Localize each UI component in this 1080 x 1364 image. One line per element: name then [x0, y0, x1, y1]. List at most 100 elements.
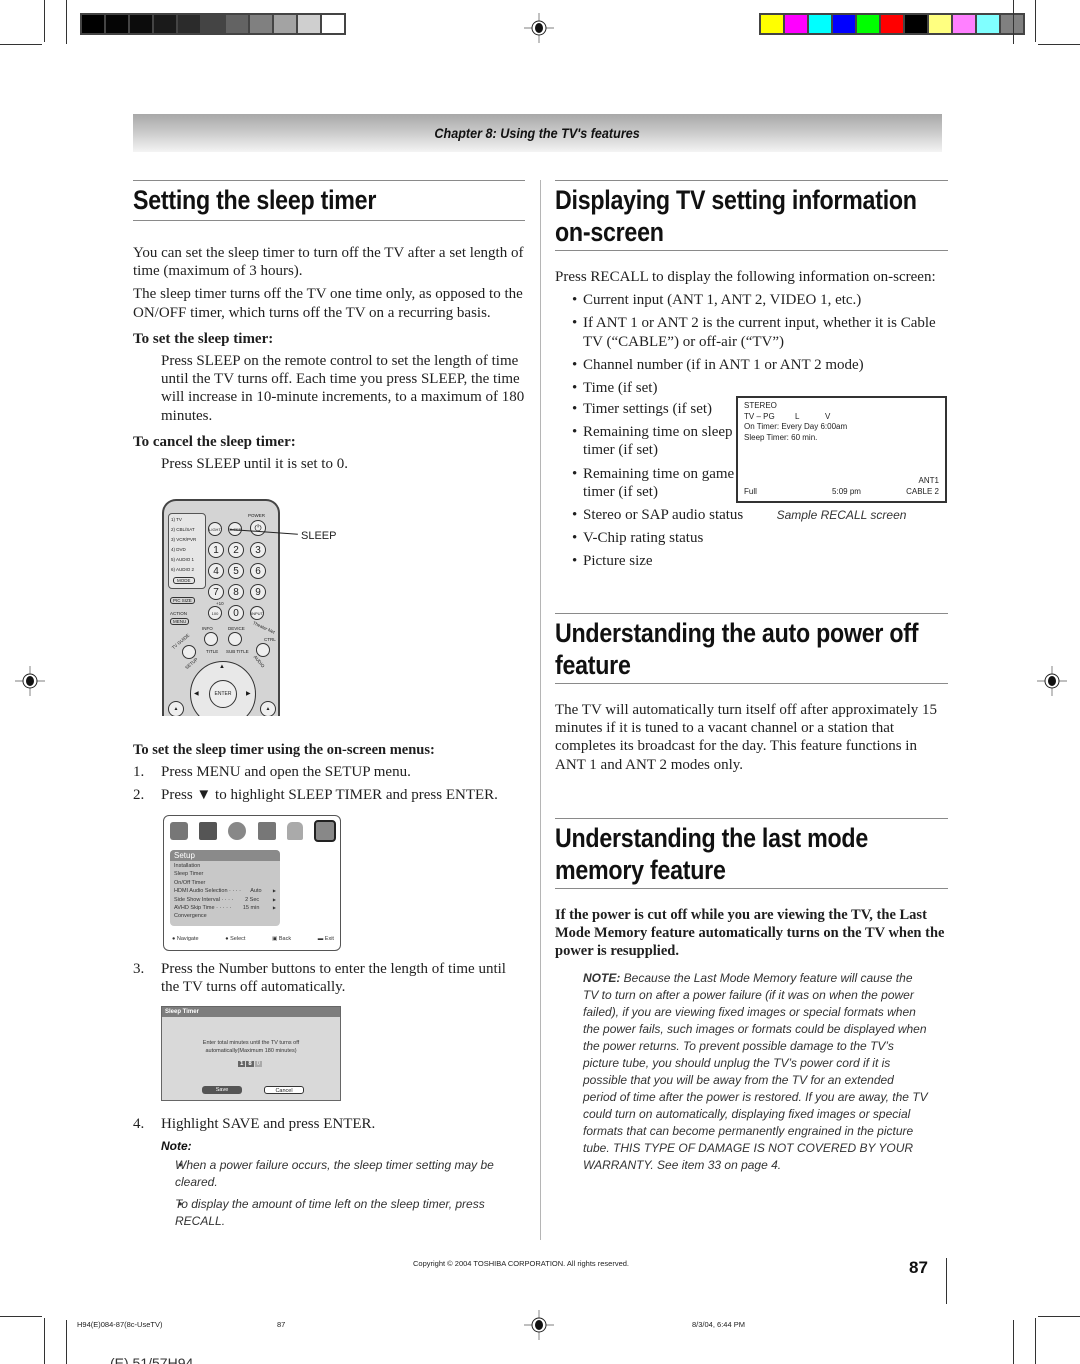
note-item: To display the amount of time left on th…	[161, 1196, 501, 1230]
mode-item: 1) TV	[171, 517, 182, 522]
heading-rule	[555, 250, 948, 251]
lock-menu-icon	[286, 822, 303, 840]
submenu-arrow-icon: ▶	[272, 896, 276, 902]
note-label: NOTE:	[583, 971, 621, 985]
chapter-title: Chapter 8: Using the TV's features	[434, 125, 641, 141]
slug-filename: H94(E)084-87(8c-UseTV)	[77, 1320, 163, 1329]
vchip-rating: TV – PG L V	[744, 411, 831, 421]
section-title-sleep-timer: Setting the sleep timer	[133, 185, 377, 215]
last-mode-note: NOTE: Because the Last Mode Memory featu…	[583, 971, 928, 1172]
bullet-item: Current input (ANT 1, ANT 2, VIDEO 1, et…	[555, 291, 950, 309]
left-arrow-icon: ◀	[194, 691, 199, 697]
mode-item: 6) AUDIO 2	[171, 567, 195, 572]
note-title: Note:	[161, 1139, 192, 1153]
step-4-and-notes: 4. Highlight SAVE and press ENTER.	[133, 1115, 528, 1138]
paragraph: Press SLEEP until it is set to 0.	[161, 456, 348, 473]
gray-swatch	[226, 15, 248, 33]
ctrl-label: CTRL	[264, 637, 276, 642]
setup-menu-item: Installation	[174, 863, 201, 869]
paragraph: Press SLEEP on the remote control to set…	[161, 353, 525, 424]
heading-rule	[555, 180, 948, 181]
gray-swatch	[274, 15, 296, 33]
digit-button: 3	[250, 542, 266, 558]
color-swatch	[905, 15, 927, 33]
grayscale-calibration-bar	[80, 13, 346, 35]
action-label: ACTION	[170, 611, 188, 616]
color-swatch	[1001, 15, 1023, 33]
bullet-item: Timer settings (if set)	[555, 400, 745, 418]
heading-rule	[555, 818, 948, 819]
setup-menu-screenshot: Setup Installation Sleep Timer On/Off Time…	[163, 815, 341, 951]
step-3: 3. Press the Number buttons to enter the …	[133, 960, 528, 1001]
video-menu-icon	[257, 822, 276, 840]
save-button: Save	[202, 1086, 242, 1094]
step-item: 2. Press ▼ to highlight SLEEP TIMER and p…	[133, 787, 498, 804]
dialog-message: Enter total minutes until the TV turns o…	[202, 1040, 300, 1054]
note-item: When a power failure occurs, the sleep t…	[161, 1157, 501, 1191]
setup-menu-item: On/Off Timer	[174, 879, 206, 886]
setup-menu-value: 15 min	[242, 905, 260, 912]
color-swatch	[881, 15, 903, 33]
device-label: DEVICE	[228, 626, 245, 631]
registration-mark-icon	[524, 13, 554, 43]
bullet-item: Remaining time on sleep timer (if set)	[555, 423, 745, 459]
plus10-label: +10	[216, 601, 224, 606]
gray-swatch	[202, 15, 224, 33]
menu-icon-row	[170, 820, 336, 844]
input-button: INPUT	[250, 606, 264, 620]
heading-rule	[133, 180, 525, 181]
heading-rule	[555, 683, 948, 684]
color-swatch	[761, 15, 783, 33]
gray-swatch	[154, 15, 176, 33]
bullet-item: Time (if set)	[555, 379, 950, 397]
auto-power-off-body: The TV will automatically turn itself of…	[555, 702, 937, 773]
paragraph: Press RECALL to display the following in…	[555, 269, 936, 285]
back-hint: ▣ Back	[272, 936, 292, 942]
setup-menu-item: Sleep Timer	[174, 871, 204, 878]
registration-mark-icon	[15, 666, 45, 696]
subheading-onscreen-menus: To set the sleep timer using the on-scre…	[133, 742, 435, 758]
steps-list: 1. Press MENU and open the SETUP menu. 2.…	[133, 763, 528, 804]
sleep-timer-dialog-screenshot: Sleep Timer Enter total minutes until th…	[161, 1006, 341, 1101]
menu-button: MENU	[170, 618, 190, 625]
gray-swatch	[82, 15, 104, 33]
cancel-button: Cancel	[264, 1086, 304, 1094]
color-calibration-bar	[759, 13, 1025, 35]
column-divider	[540, 180, 541, 1240]
registration-mark-icon	[1037, 666, 1067, 696]
title-label: TITLE	[206, 649, 219, 654]
picture-menu-icon	[199, 822, 218, 840]
setup-menu-title: Setup	[170, 850, 280, 861]
mode-item: 5) AUDIO 1	[171, 557, 195, 562]
right-arrow-icon: ▶	[246, 691, 251, 697]
setup-menu-icon	[313, 820, 336, 842]
paragraph: The sleep timer turns off the TV one tim…	[133, 286, 523, 321]
slug-date: 8/3/04, 6:44 PM	[692, 1320, 745, 1329]
exit-hint: ▬ Exit	[317, 936, 334, 942]
enter-button: ENTER	[209, 680, 237, 708]
gray-swatch	[130, 15, 152, 33]
info-button	[204, 632, 218, 646]
heading-rule	[133, 220, 525, 221]
color-swatch	[857, 15, 879, 33]
color-swatch	[833, 15, 855, 33]
color-swatch	[953, 15, 975, 33]
bullet-item: V-Chip rating status	[555, 529, 745, 547]
select-hint: ● Select	[225, 936, 246, 942]
slug-page: 87	[277, 1320, 286, 1329]
pic-size-button: PIC SIZE	[170, 597, 195, 604]
on-timer-status: On Timer: Every Day 6:00am	[744, 422, 848, 431]
bullet-item: Picture size	[555, 552, 745, 570]
sleep-callout-label: SLEEP	[301, 530, 337, 542]
setup-menu-footer: ● Navigate ● Select ▣ Back ▬ Exit	[172, 936, 334, 942]
dialog-title: Sleep Timer	[162, 1007, 340, 1017]
digit-field: 8	[246, 1061, 254, 1067]
model-code: (E) 51/57H94	[110, 1355, 194, 1364]
time-status: 5:09 pm	[832, 487, 861, 496]
device-button	[228, 632, 242, 646]
section-title-last-mode-memory: Understanding the last mode memory featur…	[555, 823, 868, 885]
color-swatch	[929, 15, 951, 33]
audio-status: STEREO	[744, 401, 777, 410]
navigate-hint: ● Navigate	[172, 936, 199, 942]
setup-menu-item: AVHD Skip Time · · · · · 15 min ▶	[174, 905, 276, 912]
